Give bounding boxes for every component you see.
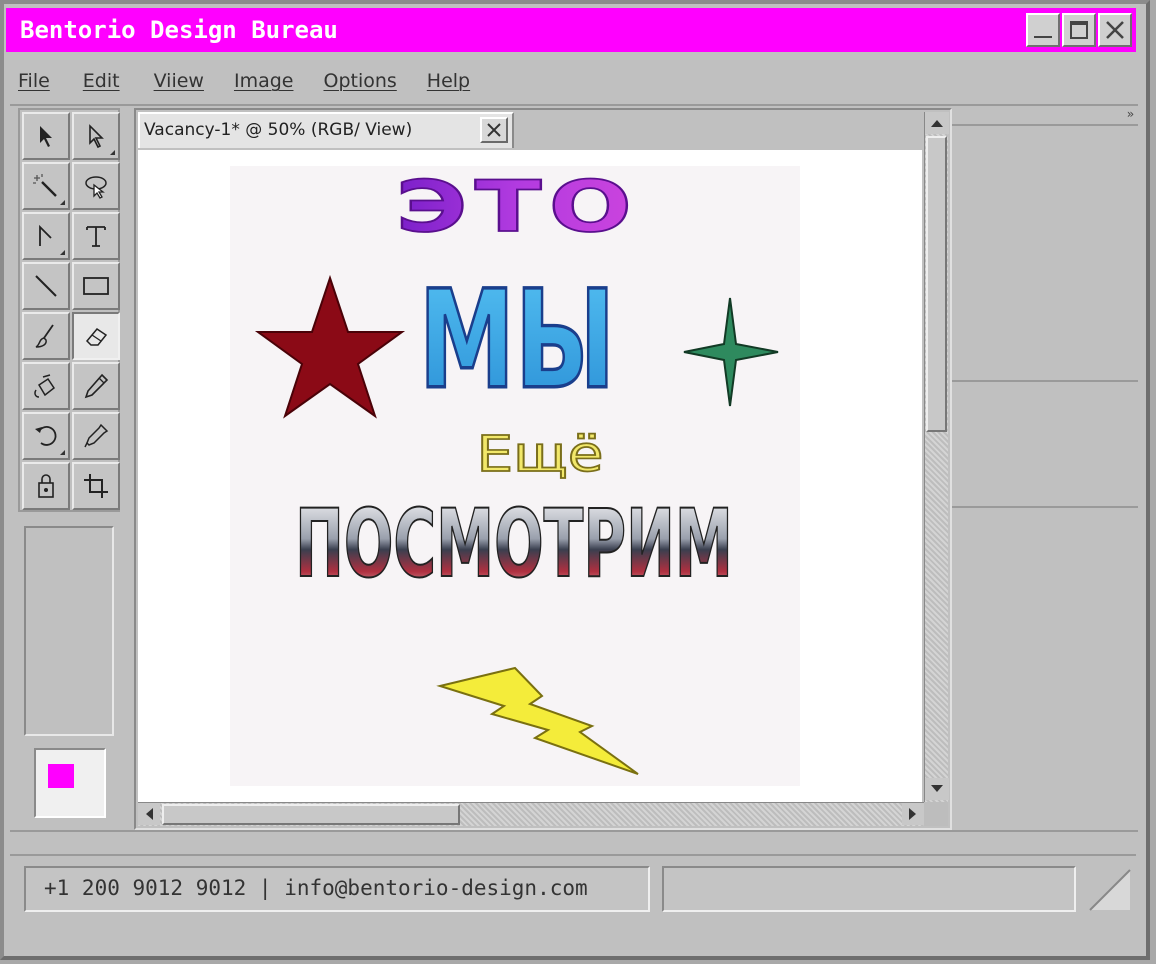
select-arrow-icon — [40, 126, 52, 147]
close-icon — [1106, 21, 1124, 39]
pencil-icon — [84, 373, 109, 399]
tool-brush[interactable] — [22, 312, 70, 360]
tool-flyout-corner — [60, 200, 65, 205]
document-tab-label: Vacancy-1* @ 50% (RGB/ View) — [144, 120, 413, 140]
tool-options-panel — [24, 526, 114, 736]
expand-panel-icon[interactable]: » — [1127, 107, 1134, 121]
document-close-button[interactable] — [480, 117, 508, 143]
menu-edit[interactable]: Edit — [83, 70, 120, 102]
maximize-button[interactable] — [1062, 13, 1096, 47]
toolbox — [18, 108, 120, 512]
window-controls — [1026, 13, 1132, 47]
status-secondary — [662, 866, 1076, 912]
swatch-stack — [36, 750, 104, 816]
tool-paint-bucket[interactable] — [22, 362, 70, 410]
artwork: ЭТО МЫ Ещё ПОСМОТРИМ — [230, 165, 800, 786]
arrow-down-icon — [931, 785, 943, 792]
tool-flyout-corner — [60, 450, 65, 455]
tool-select[interactable] — [22, 112, 70, 160]
tool-eraser[interactable] — [72, 312, 120, 360]
tool-direct-select[interactable] — [72, 112, 120, 160]
canvas[interactable]: ЭТО МЫ Ещё ПОСМОТРИМ — [138, 150, 922, 802]
resize-grip-icon[interactable] — [1086, 866, 1132, 912]
crop-icon — [84, 474, 108, 498]
red-star — [254, 274, 406, 419]
tool-text[interactable] — [72, 212, 120, 260]
document-area: Vacancy-1* @ 50% (RGB/ View) ЭТО МЫ Ещё … — [134, 108, 952, 830]
menu-divider — [10, 104, 1138, 106]
tool-rectangle[interactable] — [72, 262, 120, 310]
rectangle-tool-icon — [83, 277, 109, 295]
arrow-left-icon — [146, 808, 153, 820]
minimize-icon — [1034, 36, 1052, 38]
artwork-text-posmotrim: ПОСМОТРИМ — [295, 489, 733, 598]
paint-bucket-icon — [34, 374, 56, 398]
menu-options[interactable]: Options — [323, 70, 396, 102]
scroll-corner — [924, 802, 948, 826]
status-divider — [10, 830, 1138, 832]
artwork-graphic: ЭТО МЫ Ещё ПОСМОТРИМ — [254, 165, 779, 775]
brush-icon — [35, 324, 54, 348]
eraser-icon — [85, 328, 108, 346]
tool-line[interactable] — [22, 262, 70, 310]
artwork-text-my: МЫ — [419, 261, 616, 419]
document-tab[interactable]: Vacancy-1* @ 50% (RGB/ View) — [138, 112, 514, 148]
tool-flyout-corner — [110, 150, 115, 155]
menu-image[interactable]: Image — [234, 70, 294, 102]
artwork-text-eto: ЭТО — [396, 166, 639, 248]
eyedropper-icon — [84, 423, 109, 448]
green-star — [683, 297, 779, 407]
menu-file[interactable]: File — [18, 70, 50, 102]
scroll-up-button[interactable] — [925, 112, 949, 134]
direct-select-icon — [89, 124, 104, 149]
tool-flyout-corner — [60, 250, 65, 255]
menu-bar: File Edit Viiew Image Options Help — [14, 70, 500, 102]
vertical-scrollbar[interactable] — [924, 112, 949, 802]
title-bar[interactable]: Bentorio Design Bureau — [6, 8, 1136, 52]
foreground-color-swatch[interactable] — [48, 764, 74, 788]
tool-crop[interactable] — [72, 462, 120, 510]
right-panel: » — [952, 107, 1138, 830]
status-bar: +1 200 9012 9012 | info@bentorio-design.… — [10, 854, 1136, 950]
window-title: Bentorio Design Bureau — [20, 16, 338, 44]
tool-pen-node[interactable] — [22, 212, 70, 260]
scroll-down-button[interactable] — [925, 778, 949, 800]
line-tool-icon — [35, 275, 57, 297]
artwork-text-eshche: Ещё — [477, 425, 604, 483]
maximize-icon — [1070, 21, 1088, 39]
minimize-button[interactable] — [1026, 13, 1060, 47]
tool-lasso[interactable] — [72, 162, 120, 210]
lasso-icon — [85, 176, 107, 199]
tool-lock[interactable] — [22, 462, 70, 510]
horizontal-scrollbar[interactable] — [138, 802, 924, 826]
lightning-bolt — [436, 666, 639, 775]
horizontal-scroll-thumb[interactable] — [162, 804, 460, 825]
arrow-up-icon — [931, 120, 943, 127]
pen-node-icon — [39, 224, 52, 246]
right-panel-section — [952, 506, 1138, 508]
scroll-right-button[interactable] — [902, 803, 924, 825]
status-contact: +1 200 9012 9012 | info@bentorio-design.… — [24, 866, 650, 912]
vertical-scroll-thumb[interactable] — [926, 136, 947, 432]
arrow-right-icon — [909, 808, 916, 820]
text-tool-icon — [86, 226, 106, 247]
close-icon — [487, 123, 501, 137]
scroll-left-button[interactable] — [138, 803, 160, 825]
tool-eyedropper[interactable] — [72, 412, 120, 460]
magic-wand-icon — [33, 174, 57, 197]
right-panel-section — [952, 380, 1138, 382]
right-panel-header[interactable]: » — [952, 107, 1138, 126]
rotate-icon — [35, 426, 57, 446]
close-button[interactable] — [1098, 13, 1132, 47]
tool-rotate[interactable] — [22, 412, 70, 460]
color-swatches[interactable] — [34, 748, 106, 818]
tool-pencil[interactable] — [72, 362, 120, 410]
menu-view[interactable]: Viiew — [154, 70, 204, 102]
menu-help[interactable]: Help — [427, 70, 470, 102]
tool-magic-wand[interactable] — [22, 162, 70, 210]
lock-icon — [38, 474, 54, 498]
